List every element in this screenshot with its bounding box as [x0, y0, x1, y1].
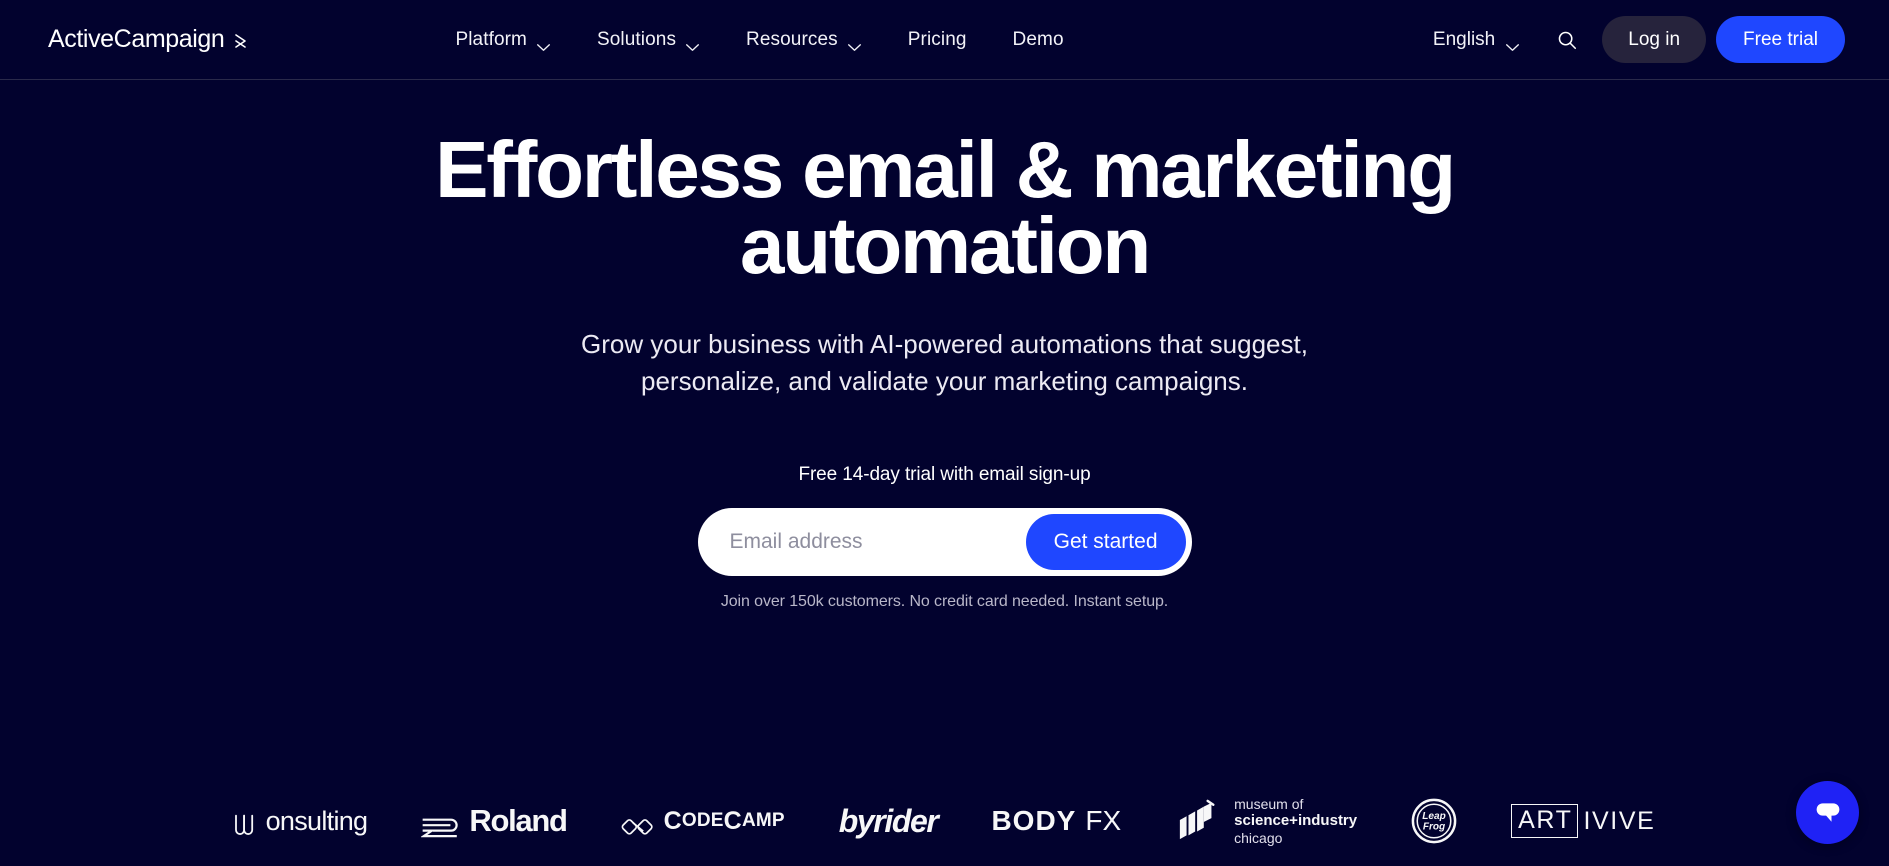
nav-item-platform[interactable]: Platform [455, 29, 551, 51]
chat-widget-button[interactable] [1796, 781, 1859, 844]
main-navigation: Platform Solutions Resources Pricing Dem… [455, 29, 1064, 51]
chevron-down-icon [1505, 36, 1520, 51]
logo-roland: Roland [420, 803, 568, 839]
svg-text:Frog: Frog [1423, 822, 1445, 833]
brand-logo[interactable]: ActiveCampaign [48, 25, 253, 54]
chevron-down-icon [536, 36, 551, 51]
chevron-down-icon [685, 36, 700, 51]
nav-item-pricing[interactable]: Pricing [908, 29, 967, 51]
svg-text:Leap: Leap [1422, 811, 1445, 822]
language-selector[interactable]: English [1433, 29, 1520, 51]
msi-text-block: museum of science+industry chicago [1234, 796, 1357, 847]
logo-museum-science-industry: museum of science+industry chicago [1175, 796, 1357, 847]
customer-logo-strip: onsulting Roland C ODE C AMP byrider BOD… [0, 786, 1889, 856]
nav-label-platform: Platform [455, 28, 527, 50]
free-trial-button[interactable]: Free trial [1716, 16, 1845, 63]
brand-name: ActiveCampaign [48, 25, 225, 53]
language-label: English [1432, 28, 1496, 50]
logo-codecamp-text-b: ODE [681, 810, 724, 831]
logo-bodyfx: BODY FX [991, 805, 1121, 837]
site-header: ActiveCampaign Platform Solutions Resour… [0, 0, 1889, 80]
logo-artivive-text-b: IVIVE [1583, 806, 1656, 835]
login-button[interactable]: Log in [1602, 16, 1707, 63]
logo-bodyfx-text-b: FX [1085, 805, 1122, 836]
hero-subtitle: Grow your business with AI-powered autom… [581, 329, 1308, 396]
chevron-right-double-icon [233, 31, 253, 51]
signup-form: Get started [697, 507, 1192, 576]
msi-line-2: science+industry [1234, 812, 1358, 830]
page-title: Effortless email & marketing automation [435, 125, 1456, 290]
logo-bodyfx-text-a: BODY [991, 805, 1077, 836]
signup-fineprint: Join over 150k customers. No credit card… [720, 592, 1169, 610]
logo-byrider-text: byrider [838, 802, 939, 839]
logo-codecamp-text-a: C [663, 806, 682, 835]
trial-note: Free 14-day trial with email sign-up [798, 463, 1091, 485]
chat-bubble-icon [1816, 802, 1839, 822]
codecamp-mark-icon [621, 813, 655, 839]
logo-codecamp-text-c: C [723, 806, 742, 835]
logo-codecamp-text-d: AMP [741, 810, 785, 831]
hero-section: Effortless email & marketing automation … [0, 80, 1889, 611]
msi-mark-icon [1175, 799, 1223, 843]
logo-byrider: byrider [838, 802, 939, 840]
msi-line-3: chicago [1234, 829, 1283, 846]
wonsulting-w-monogram-icon [234, 812, 265, 839]
logo-roland-text: Roland [469, 803, 568, 838]
logo-artivive-text-a: ART [1511, 804, 1579, 838]
logo-wonsulting-text: onsulting [265, 805, 368, 836]
search-icon[interactable] [1550, 23, 1584, 57]
roland-mark-icon [420, 812, 463, 838]
email-input[interactable] [697, 529, 1026, 554]
header-actions: English Log in Free trial [1433, 16, 1845, 63]
nav-item-solutions[interactable]: Solutions [597, 29, 700, 51]
chevron-down-icon [847, 36, 862, 51]
nav-label-resources: Resources [746, 28, 838, 50]
nav-label-pricing: Pricing [907, 28, 967, 50]
page-root: ActiveCampaign Platform Solutions Resour… [0, 0, 1889, 866]
nav-item-demo[interactable]: Demo [1013, 29, 1064, 51]
logo-artivive: ART IVIVE [1511, 804, 1655, 838]
leapfrog-mark-icon: Leap Frog [1411, 798, 1457, 844]
logo-leapfrog: Leap Frog [1411, 798, 1457, 844]
nav-label-demo: Demo [1012, 28, 1064, 50]
nav-item-resources[interactable]: Resources [746, 29, 862, 51]
msi-line-1: museum of [1234, 795, 1304, 812]
logo-codecamp: C ODE C AMP [621, 807, 785, 836]
nav-label-solutions: Solutions [596, 28, 677, 50]
logo-wonsulting: onsulting [234, 806, 368, 837]
get-started-button[interactable]: Get started [1025, 513, 1186, 570]
